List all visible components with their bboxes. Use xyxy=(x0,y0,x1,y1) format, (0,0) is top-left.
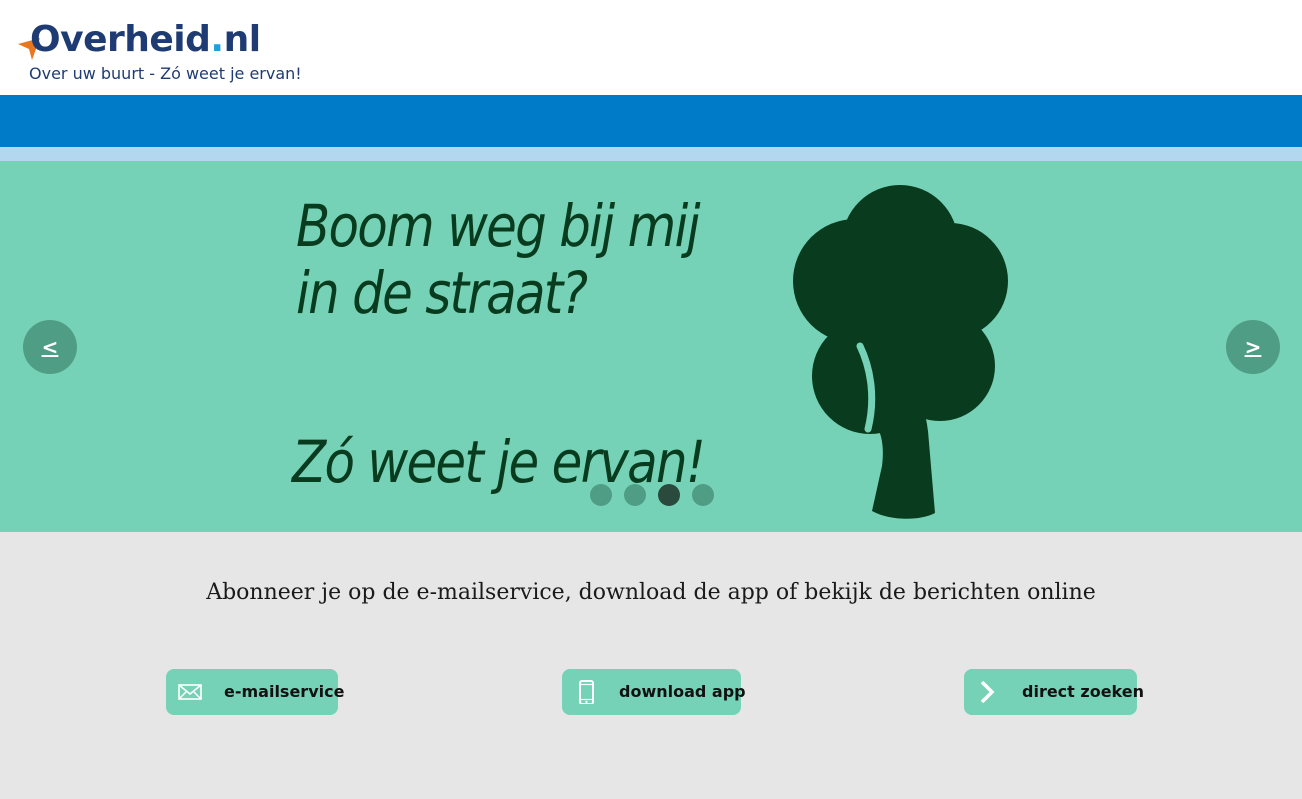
email-service-button[interactable]: e-mailservice xyxy=(166,669,344,715)
tree-icon xyxy=(793,185,1008,519)
logo-text: Overheid.nl xyxy=(30,19,261,60)
header-blue-bar xyxy=(0,95,1302,147)
carousel-dot-3[interactable] xyxy=(658,484,680,506)
email-service-label: e-mailservice xyxy=(224,682,345,701)
carousel-dot-2[interactable] xyxy=(624,484,646,506)
hero-heading-line-1: Boom weg bij mij xyxy=(296,192,700,260)
phone-icon xyxy=(579,680,594,704)
carousel-dot-4[interactable] xyxy=(692,484,714,506)
carousel-indicators xyxy=(590,484,714,506)
carousel-dot-1[interactable] xyxy=(590,484,612,506)
overheid-logo[interactable]: Overheid.nl xyxy=(18,18,261,66)
carousel-prev-button[interactable]: < xyxy=(23,320,77,374)
download-app-button[interactable]: download app xyxy=(562,669,746,715)
chevron-right-icon xyxy=(980,680,995,704)
hero-heading-line-2: in de straat? xyxy=(296,259,588,327)
envelope-icon xyxy=(178,684,202,700)
subscribe-description: Abonneer je op de e-mailservice, downloa… xyxy=(206,580,1096,605)
site-tagline: Over uw buurt - Zó weet je ervan! xyxy=(29,64,302,83)
direct-search-button[interactable]: direct zoeken xyxy=(964,669,1144,715)
header-light-bar xyxy=(0,147,1302,161)
hero-carousel: Boom weg bij mij in de straat? Zó weet j… xyxy=(0,161,1302,532)
carousel-next-button[interactable]: > xyxy=(1226,320,1280,374)
direct-search-label: direct zoeken xyxy=(1022,682,1144,701)
download-app-label: download app xyxy=(619,682,746,701)
site-header: Overheid.nl Over uw buurt - Zó weet je e… xyxy=(0,0,1302,95)
